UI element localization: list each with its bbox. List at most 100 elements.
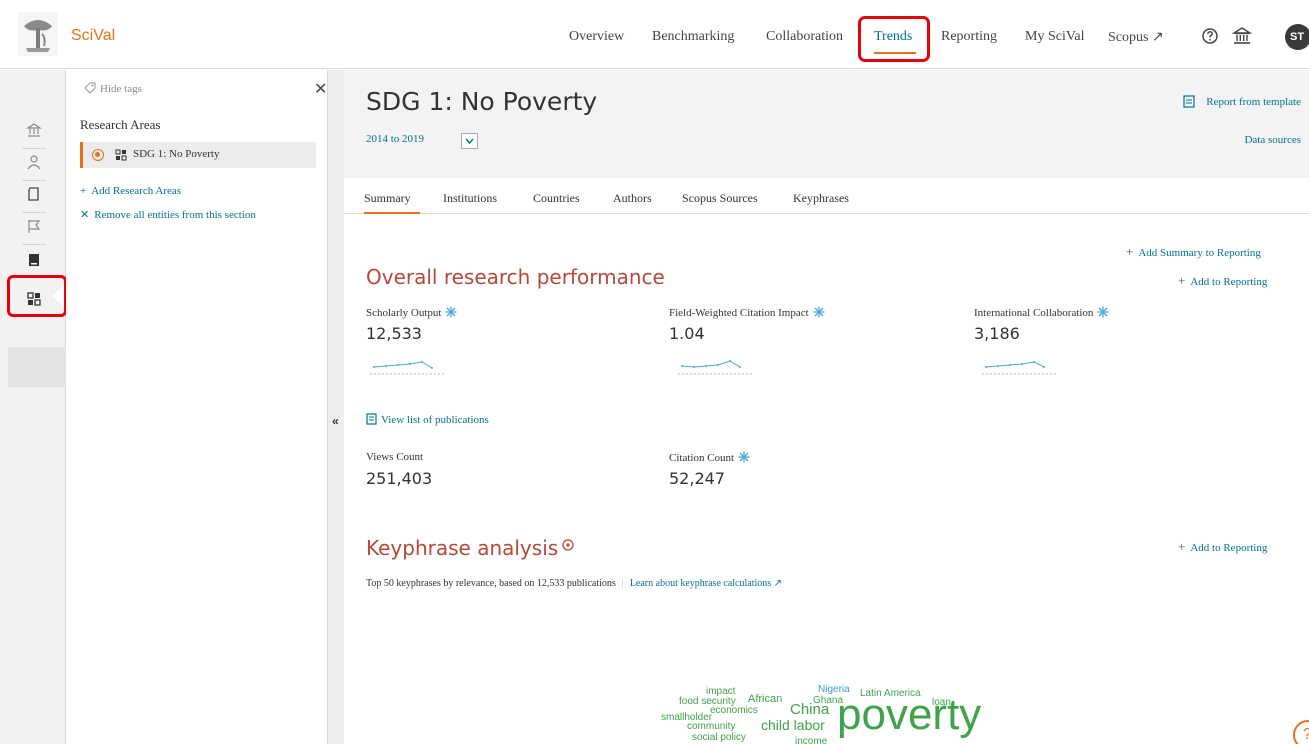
sparkline-international-collaboration xyxy=(982,361,1058,375)
flag-icon[interactable] xyxy=(26,218,42,234)
nav-reporting[interactable]: Reporting xyxy=(941,29,997,45)
keyphrase-word[interactable]: social policy xyxy=(692,733,746,743)
view-publications-label: View list of publications xyxy=(381,414,489,426)
sparkline-scholarly-output xyxy=(370,361,446,375)
publication-icon[interactable] xyxy=(26,186,42,202)
publication-list-icon xyxy=(366,413,377,425)
snowball-metric-icon[interactable] xyxy=(813,306,825,318)
snowball-metric-icon[interactable] xyxy=(738,451,750,463)
plus-icon: + xyxy=(1178,273,1186,288)
institution-icon[interactable] xyxy=(1231,25,1253,47)
help-chat-icon[interactable]: ? xyxy=(1293,720,1309,744)
nav-my-scival[interactable]: My SciVal xyxy=(1025,29,1085,45)
rail-active-background xyxy=(8,347,66,387)
metric-label-scholarly-output: Scholarly Output xyxy=(366,306,457,319)
add-summary-label: Add Summary to Reporting xyxy=(1138,247,1261,259)
info-icon[interactable] xyxy=(562,539,574,551)
tab-authors[interactable]: Authors xyxy=(613,191,652,206)
nav-scopus[interactable]: Scopus ↗ xyxy=(1108,29,1164,46)
rail-divider xyxy=(22,148,46,149)
chevron-down-icon xyxy=(465,138,474,145)
keyphrase-word[interactable]: child labor xyxy=(761,718,825,732)
tag-icon xyxy=(84,82,96,94)
nav-benchmarking[interactable]: Benchmarking xyxy=(652,29,734,45)
hide-tags-label: Hide tags xyxy=(100,83,142,95)
nav-collaboration[interactable]: Collaboration xyxy=(766,29,843,45)
report-from-template-link[interactable]: Report from template xyxy=(1206,96,1301,108)
rail-divider xyxy=(22,180,46,181)
trends-highlight-box xyxy=(858,16,930,62)
research-area-icon xyxy=(115,149,127,161)
add-to-reporting-label: Add to Reporting xyxy=(1190,542,1268,554)
add-keyphrases-to-reporting-link[interactable]: + Add to Reporting xyxy=(1178,539,1267,555)
panel-collapse-strip xyxy=(328,70,344,744)
keyphrase-word[interactable]: economics xyxy=(710,706,758,716)
remove-all-label: Remove all entities from this section xyxy=(94,209,256,221)
data-sources-link[interactable]: Data sources xyxy=(1244,134,1301,146)
page-header: SDG 1: No Poverty 2014 to 2019 Report fr… xyxy=(344,70,1309,178)
tab-summary[interactable]: Summary xyxy=(364,191,411,206)
metric-label-text: Field-Weighted Citation Impact xyxy=(669,307,809,319)
rail-pointer-arrow xyxy=(52,286,64,306)
metric-label-text: Scholarly Output xyxy=(366,307,442,319)
rail-divider xyxy=(22,212,46,213)
tab-active-underline xyxy=(364,212,420,214)
keyphrase-word[interactable]: income xyxy=(795,737,827,744)
metric-label-text: International Collaboration xyxy=(974,307,1094,319)
tab-institutions[interactable]: Institutions xyxy=(443,191,497,206)
institution-icon[interactable] xyxy=(26,122,42,138)
date-range-dropdown[interactable] xyxy=(461,133,478,149)
user-avatar[interactable]: ST xyxy=(1285,24,1309,50)
entity-label: SDG 1: No Poverty xyxy=(133,148,220,160)
close-panel-icon[interactable]: ✕ xyxy=(314,79,327,99)
plus-icon: + xyxy=(1178,539,1186,554)
tab-countries[interactable]: Countries xyxy=(533,191,580,206)
metric-label-text: Citation Count xyxy=(669,452,735,464)
collapse-panel-icon[interactable]: « xyxy=(332,414,339,428)
page-title: SDG 1: No Poverty xyxy=(366,87,598,116)
metric-value-views-count: 251,403 xyxy=(366,469,433,488)
add-summary-to-reporting-link[interactable]: + Add Summary to Reporting xyxy=(1126,244,1261,260)
metric-value-citation-count: 52,247 xyxy=(669,469,725,488)
remove-all-entities-link[interactable]: ✕ Remove all entities from this section xyxy=(80,208,256,221)
add-research-areas-link[interactable]: + Add Research Areas xyxy=(80,185,181,197)
elsevier-logo-icon[interactable] xyxy=(18,12,58,56)
date-range-label[interactable]: 2014 to 2019 xyxy=(366,133,424,145)
keyphrase-word-featured[interactable]: poverty xyxy=(837,693,981,737)
learn-keyphrase-link[interactable]: Learn about keyphrase calculations ↗ xyxy=(630,578,782,589)
sparkline-fwci xyxy=(678,360,754,375)
journal-icon[interactable] xyxy=(26,252,42,268)
person-icon[interactable] xyxy=(26,154,42,170)
rail-divider xyxy=(22,244,46,245)
metric-label-citation-count: Citation Count xyxy=(669,451,750,464)
question-circle-icon[interactable] xyxy=(1199,25,1221,47)
keyphrase-title-text: Keyphrase analysis xyxy=(366,536,559,560)
nav-overview[interactable]: Overview xyxy=(569,29,624,45)
keyphrase-description: Top 50 keyphrases by relevance, based on… xyxy=(366,578,782,589)
view-publications-link[interactable]: View list of publications xyxy=(366,413,489,426)
metric-label-fwci: Field-Weighted Citation Impact xyxy=(669,306,825,319)
brand-name[interactable]: SciVal xyxy=(71,27,115,45)
selected-entity-row[interactable]: SDG 1: No Poverty xyxy=(80,142,316,168)
metric-value-international-collaboration: 3,186 xyxy=(974,324,1020,343)
keyphrase-word[interactable]: African xyxy=(748,694,782,705)
add-overall-to-reporting-link[interactable]: + Add to Reporting xyxy=(1178,273,1267,289)
metric-value-scholarly-output: 12,533 xyxy=(366,324,422,343)
report-template-icon xyxy=(1183,95,1195,108)
radio-selected-icon[interactable] xyxy=(92,149,104,161)
keyphrase-word[interactable]: China xyxy=(790,702,829,717)
plus-icon: + xyxy=(1126,244,1134,259)
section-title-research-areas: Research Areas xyxy=(80,117,161,132)
keyphrase-description-text: Top 50 keyphrases by relevance, based on… xyxy=(366,578,616,589)
top-header: SciVal Overview Benchmarking Collaborati… xyxy=(0,0,1309,69)
keyphrase-word[interactable]: community xyxy=(687,722,735,732)
snowball-metric-icon[interactable] xyxy=(445,306,457,318)
entity-type-rail xyxy=(0,70,66,744)
hide-tags-toggle[interactable]: Hide tags xyxy=(84,82,142,95)
separator: | xyxy=(621,578,624,589)
tab-keyphrases[interactable]: Keyphrases xyxy=(793,191,849,206)
keyphrase-analysis-title: Keyphrase analysis xyxy=(366,536,574,560)
tab-scopus-sources[interactable]: Scopus Sources xyxy=(682,191,758,206)
close-icon: ✕ xyxy=(80,209,90,221)
snowball-metric-icon[interactable] xyxy=(1097,306,1109,318)
